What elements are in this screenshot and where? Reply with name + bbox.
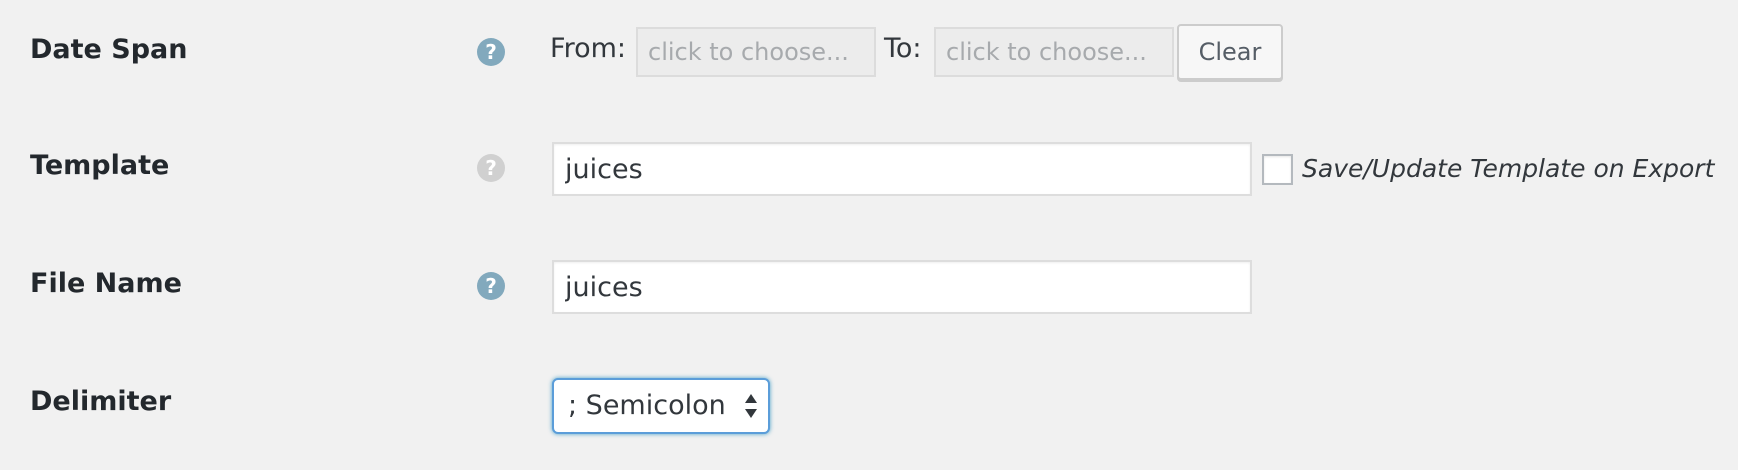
save-template-checkbox[interactable] [1262,154,1293,185]
from-label: From: [550,33,626,64]
save-template-checkbox-label[interactable]: Save/Update Template on Export [1302,154,1714,183]
template-input[interactable] [552,142,1252,196]
to-label: To: [884,33,922,64]
select-arrows-icon [745,394,757,418]
date-to-input[interactable] [934,27,1174,77]
delimiter-label: Delimiter [30,386,172,417]
date-span-help-icon[interactable]: ? [477,38,505,66]
date-from-input[interactable] [636,27,876,77]
template-help-icon[interactable]: ? [477,154,505,182]
template-label: Template [30,150,170,181]
delimiter-select[interactable]: ; Semicolon [552,378,770,434]
date-span-label: Date Span [30,34,188,65]
file-name-input[interactable] [552,260,1252,314]
delimiter-selected-value: ; Semicolon [568,390,726,421]
file-name-help-icon[interactable]: ? [477,272,505,300]
file-name-label: File Name [30,268,182,299]
clear-button[interactable]: Clear [1177,24,1283,80]
